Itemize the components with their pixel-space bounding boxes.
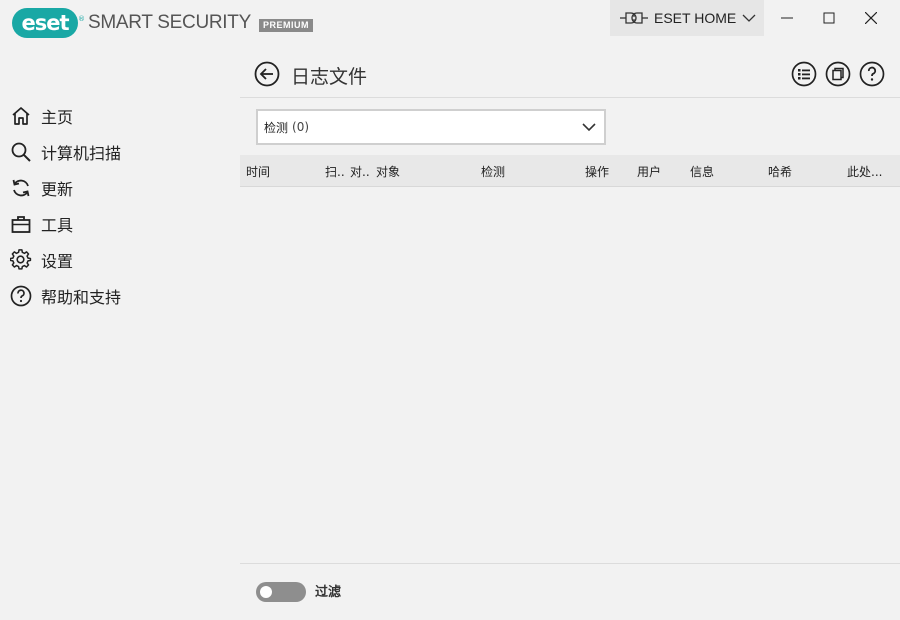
column-header-object-type[interactable]: 对.. [350,163,370,180]
sidebar-item-label: 工具 [41,216,74,235]
chevron-down-icon [582,123,596,132]
column-header-object[interactable]: 对象 [376,163,400,180]
column-header-first-seen[interactable]: 此处... [847,163,882,180]
edition-badge: PREMIUM [258,18,313,32]
table-header: 时间 扫.. 对.. 对象 检测 操作 用户 信息 哈希 此处... [240,155,900,187]
main-panel: 日志文件 检测 (0) 时间 扫.. 对.. 对象 检测 操作 用户 信息 哈希… [240,50,900,620]
sidebar-item-help-support[interactable]: 帮助和支持 [0,278,240,314]
home-icon [10,105,32,127]
toggle-knob [260,586,272,598]
logo-text: eset [21,11,69,35]
eset-logo: eset ® [12,8,85,38]
chevron-down-icon [742,14,756,22]
column-header-user[interactable]: 用户 [637,163,661,180]
eset-home-button[interactable]: ESET HOME [610,0,764,36]
column-header-detection[interactable]: 检测 [481,163,505,180]
column-header-scan[interactable]: 扫.. [325,163,345,180]
title-bar: eset ® SMART SECURITY PREMIUM ESET HOME [0,0,900,38]
page-header: 日志文件 [240,50,900,98]
log-type-count: (0) [292,120,310,134]
help-button[interactable] [859,61,885,87]
sidebar-item-computer-scan[interactable]: 计算机扫描 [0,134,240,170]
maximize-icon [823,12,835,24]
page-title: 日志文件 [291,66,368,88]
product-name: SMART SECURITY [88,12,251,33]
sidebar-item-label: 帮助和支持 [41,288,122,307]
filter-toggle[interactable] [256,582,306,602]
sidebar-item-label: 更新 [41,180,74,199]
refresh-icon [10,177,32,199]
close-icon [865,12,877,24]
list-view-button[interactable] [791,61,817,87]
sidebar-item-label: 主页 [41,108,74,127]
sidebar-item-label: 设置 [41,252,74,271]
sidebar-nav: 主页 计算机扫描 更新 工具 设置 帮助和支持 [0,98,240,314]
connection-icon [620,12,648,24]
back-arrow-icon [254,61,280,87]
briefcase-icon [10,213,32,235]
account-label: ESET HOME [654,10,737,26]
log-table-body [240,187,900,563]
product-branding: eset ® SMART SECURITY PREMIUM [12,8,313,38]
filter-label: 过滤 [315,585,342,600]
copy-icon [825,61,851,87]
minimize-button[interactable] [766,0,808,36]
maximize-button[interactable] [808,0,850,36]
log-type-value: 检测 [264,120,289,135]
sidebar-item-tools[interactable]: 工具 [0,206,240,242]
search-icon [10,141,32,163]
column-header-action[interactable]: 操作 [585,163,609,180]
close-button[interactable] [850,0,892,36]
column-header-hash[interactable]: 哈希 [768,163,792,180]
help-icon [859,61,885,87]
help-icon [10,285,32,307]
list-icon [791,61,817,87]
sidebar-item-home[interactable]: 主页 [0,98,240,134]
registered-mark: ® [78,15,85,23]
column-header-time[interactable]: 时间 [246,163,270,180]
sidebar-item-settings[interactable]: 设置 [0,242,240,278]
copy-button[interactable] [825,61,851,87]
column-header-info[interactable]: 信息 [690,163,714,180]
log-type-select[interactable]: 检测 (0) [256,109,606,145]
back-button[interactable] [254,61,280,87]
gear-icon [10,249,32,271]
sidebar-item-label: 计算机扫描 [41,144,122,163]
minimize-icon [781,17,793,19]
sidebar-item-update[interactable]: 更新 [0,170,240,206]
page-footer: 过滤 [240,563,900,620]
